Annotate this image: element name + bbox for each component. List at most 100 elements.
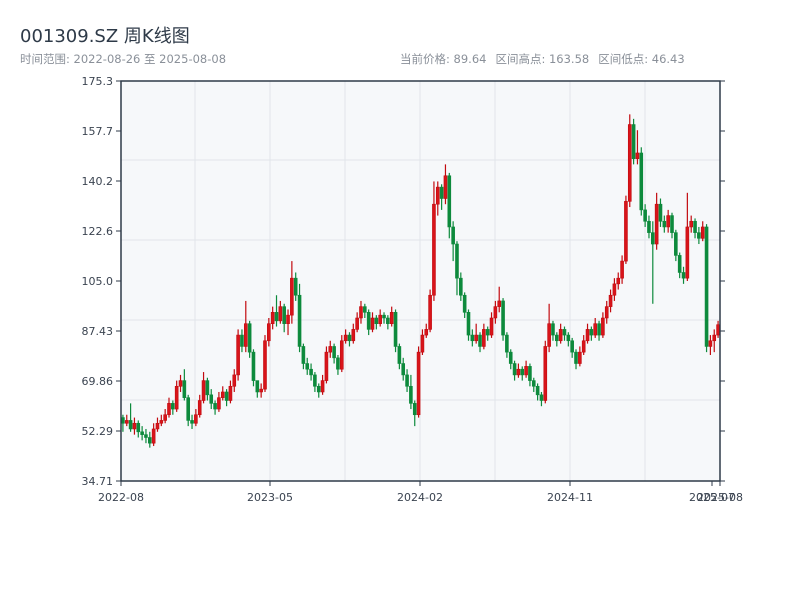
candle-down: [520, 368, 525, 376]
candle-up: [370, 317, 375, 330]
candle-up: [612, 283, 617, 296]
candle-up: [328, 346, 333, 353]
candle-down: [589, 329, 594, 336]
candle-up: [497, 300, 502, 307]
candle-down: [255, 380, 260, 393]
candle-up: [159, 420, 164, 424]
candle-down: [643, 209, 647, 222]
candle-down: [332, 346, 336, 359]
candle-down: [535, 385, 540, 396]
candle-up: [270, 312, 275, 324]
candle-down: [478, 334, 482, 347]
candle-up: [712, 334, 717, 342]
candle-up: [124, 420, 129, 424]
candle-down: [462, 294, 467, 313]
candle-up: [601, 317, 605, 336]
y-tick-label: 87.43: [82, 325, 114, 338]
candle-up: [489, 317, 494, 336]
candle-down: [674, 232, 678, 256]
candle-down: [374, 317, 379, 324]
candle-down: [182, 380, 187, 398]
candle-down: [301, 346, 306, 364]
candle-down: [209, 394, 214, 404]
candle-up: [708, 340, 713, 347]
candle-down: [405, 374, 409, 387]
candle-up: [278, 306, 283, 322]
candle-up: [428, 294, 432, 330]
y-tick-label: 140.2: [82, 175, 114, 188]
candle-down: [224, 391, 229, 401]
candle-up: [132, 422, 137, 430]
candle-down: [171, 403, 175, 410]
candle-up: [627, 124, 632, 202]
candle-down: [121, 417, 125, 424]
candle-up: [178, 380, 183, 387]
candle-down: [297, 294, 302, 347]
candle-up: [635, 152, 640, 159]
candle-down: [466, 312, 471, 336]
x-tick-label: 2023-05: [247, 491, 293, 504]
candle-down: [251, 351, 256, 381]
candle-up: [286, 314, 290, 324]
candle-down: [140, 431, 144, 435]
candle-up: [716, 324, 720, 336]
candle-down: [631, 124, 636, 159]
candle-up: [194, 414, 198, 424]
candle-down: [247, 323, 252, 353]
candle-up: [585, 329, 590, 342]
candle-down: [470, 334, 475, 342]
candle-down: [366, 312, 371, 330]
candle-down: [439, 186, 444, 199]
candle-down: [386, 317, 390, 324]
candle-up: [581, 340, 586, 353]
candle-up: [700, 226, 705, 239]
candle-up: [474, 334, 478, 342]
candle-up: [267, 323, 271, 342]
y-tick-label: 122.6: [82, 225, 114, 238]
candle-down: [597, 323, 601, 336]
candle-down: [501, 300, 505, 336]
candle-down: [562, 329, 567, 336]
candle-up: [343, 334, 348, 342]
candle-up: [666, 215, 670, 228]
candle-up: [624, 201, 628, 262]
candle-down: [309, 368, 313, 376]
candle-down: [508, 351, 513, 364]
candle-down: [136, 422, 141, 433]
x-tick-label: 2024-11: [547, 491, 593, 504]
y-tick-label: 34.71: [82, 475, 114, 488]
candle-down: [313, 374, 317, 387]
x-tick-label: 2025-08: [697, 491, 743, 504]
candle-down: [336, 357, 340, 370]
candle-down: [670, 215, 674, 233]
candle-down: [240, 334, 244, 347]
candle-up: [543, 346, 548, 401]
candle-down: [505, 334, 509, 353]
candle-down: [393, 312, 398, 347]
candle-down: [551, 323, 555, 336]
candle-down: [531, 380, 536, 387]
candle-up: [593, 323, 598, 336]
candle-up: [578, 351, 582, 364]
candle-up: [389, 312, 394, 324]
candle-down: [570, 340, 574, 353]
x-tick-label: 2022-08: [98, 491, 144, 504]
candle-down: [512, 363, 517, 376]
candle-up: [547, 323, 551, 347]
y-tick-label: 69.86: [82, 375, 114, 388]
candle-up: [243, 323, 248, 347]
candle-up: [620, 260, 624, 279]
candle-up: [220, 391, 225, 398]
candlestick-chart: 175.3 157.7 140.2 122.6 105.0 87.43 69.86 52.29…: [82, 75, 743, 504]
candle-up: [351, 329, 356, 342]
candle-down: [316, 385, 321, 393]
candle-up: [339, 340, 344, 370]
candle-down: [539, 394, 544, 401]
candle-up: [524, 366, 528, 376]
candle-down: [293, 277, 298, 296]
y-tick-label: 105.0: [82, 275, 114, 288]
candle-up: [604, 306, 609, 319]
candle-down: [412, 403, 417, 416]
candle-down: [205, 380, 210, 396]
candle-up: [443, 175, 448, 199]
